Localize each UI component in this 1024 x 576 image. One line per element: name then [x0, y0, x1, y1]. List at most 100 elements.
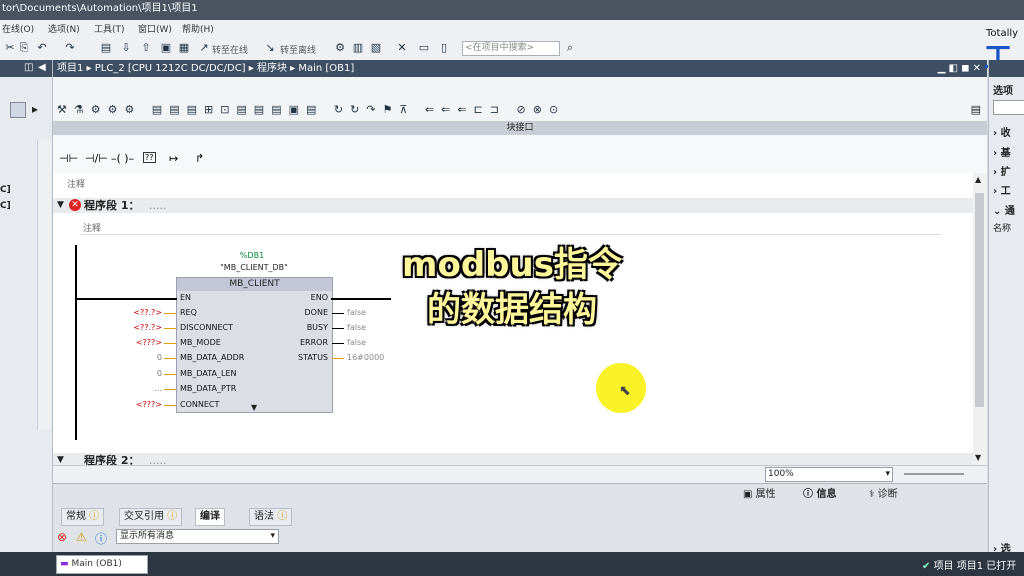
search-icon[interactable]: ⌕ [564, 42, 576, 54]
project-status-text: 项目 项目1 已打开 [933, 561, 1017, 572]
network-1-title-field[interactable]: ..... [149, 198, 166, 213]
cut-icon[interactable]: ✂ [4, 42, 16, 54]
go-online-button[interactable]: 转至在线 [212, 43, 248, 56]
fb-input-value[interactable]: ... [112, 384, 162, 393]
stop-icon[interactable]: ▧ [370, 42, 382, 54]
pin-icon[interactable]: ◫ [24, 62, 33, 73]
pin-wire [164, 343, 176, 344]
open-branch-icon[interactable]: ↦ [169, 152, 178, 165]
fb-input-value[interactable]: <??.?> [112, 308, 162, 317]
info-icon: ⓘ [167, 511, 178, 522]
fb-output-value[interactable]: 16#0000 [347, 353, 384, 362]
coil-icon[interactable]: –( )– [111, 152, 134, 165]
compile-icon[interactable]: ▤ [100, 42, 112, 54]
fb-input-value[interactable]: <???> [112, 400, 162, 409]
fb-output-value[interactable]: false [347, 323, 366, 332]
chevron-down-icon[interactable]: ▾ [885, 468, 890, 481]
pin-wire [332, 358, 344, 359]
video-caption-overlay: modbus指令 的数据结构 [372, 243, 652, 343]
fb-input-value[interactable]: 0 [112, 353, 162, 362]
menu-tools[interactable]: 工具(T) [94, 22, 125, 35]
menu-online[interactable]: 在线(O) [2, 22, 34, 35]
close-branch-icon[interactable]: ↱ [195, 152, 204, 165]
split-vertical-icon[interactable]: ▯ [438, 42, 450, 54]
diagnostics-tab[interactable]: ⚕ 诊断 [869, 487, 898, 503]
tab-label: 常规 [66, 511, 86, 522]
tree-scrollbar[interactable] [37, 140, 51, 430]
go-offline-button[interactable]: 转至离线 [280, 43, 316, 56]
redo-icon[interactable]: ↷ [64, 42, 76, 54]
go-offline-icon[interactable]: ↘ [264, 42, 276, 54]
zoom-select[interactable]: 100% ▾ [765, 467, 893, 482]
collapse-arrow-icon[interactable]: ▼ [57, 198, 64, 213]
block-comment[interactable]: 注释 [67, 177, 85, 190]
section-extended[interactable]: › 扩 [993, 163, 1011, 178]
network-1-comment[interactable]: 注释 [83, 221, 101, 234]
collapse-left-icon[interactable]: ◀ [38, 62, 46, 73]
fb-input-value[interactable]: <???> [112, 338, 162, 347]
scroll-thumb[interactable] [975, 193, 984, 407]
breadcrumb: 项目1 ▸ PLC_2 [CPU 1212C DC/DC/DC] ▸ 程序块 ▸… [57, 63, 355, 74]
window-controls-icon[interactable]: ▁ ◧ ◼ ✕ [938, 60, 981, 77]
editor-settings-icon[interactable]: ▤ [971, 103, 981, 116]
fb-input-value[interactable]: <??.?> [112, 323, 162, 332]
upload-icon[interactable]: ⇧ [140, 42, 152, 54]
download-icon[interactable]: ⇩ [120, 42, 132, 54]
instance-db-name[interactable]: "MB_CLIENT_DB" [200, 263, 308, 272]
network-1-header[interactable]: ▼ ✕ 程序段 1： ..... [53, 198, 973, 213]
section-label: 扩 [1000, 167, 1011, 178]
tree-item[interactable]: C] [0, 201, 11, 211]
warning-filter-icon[interactable]: ⚠ [76, 530, 87, 544]
info-filter-icon[interactable]: ⓘ [95, 530, 107, 547]
accessible-devices-icon[interactable]: ⚙ [334, 42, 346, 54]
undo-icon[interactable]: ↶ [36, 42, 48, 54]
split-horizontal-icon[interactable]: ▭ [418, 42, 430, 54]
scroll-up-icon[interactable]: ▲ [975, 175, 981, 184]
close-icon[interactable]: ✕ [396, 42, 408, 54]
empty-box-icon[interactable]: ?? [143, 152, 156, 163]
cross-ref-icon[interactable]: ▥ [352, 42, 364, 54]
section-favorites[interactable]: › 收 [993, 124, 1011, 139]
section-select[interactable]: › 选 [993, 540, 1011, 552]
menu-window[interactable]: 窗口(W) [138, 22, 172, 35]
tab-cross-reference[interactable]: 交叉引用 ⓘ [119, 508, 183, 526]
open-editor-label: Main (OB1) [71, 559, 122, 569]
block-interface-bar[interactable]: 块接口 [53, 122, 987, 135]
editor-tool-icons[interactable]: ⚒⚗⚙⚙⚙ ▤▤▤⊞⊡▤▤▤▣▤ ↻↻↷⚑⊼ ⇐⇐⇐⊏⊐ ⊘⊗⊙ [57, 103, 617, 117]
message-filter-select[interactable]: 显示所有消息 ▾ [116, 529, 279, 544]
menu-options[interactable]: 选项(N) [48, 22, 80, 35]
section-basic[interactable]: › 基 [993, 144, 1011, 159]
tab-syntax[interactable]: 语法 ⓘ [249, 508, 293, 526]
instruction-search-input[interactable] [993, 100, 1024, 115]
go-online-icon[interactable]: ↗ [198, 42, 210, 54]
monitor-icon[interactable]: ▦ [178, 42, 190, 54]
section-communication[interactable]: ⌄ 通 [993, 202, 1015, 217]
menu-help[interactable]: 帮助(H) [182, 22, 214, 35]
zoom-slider[interactable] [904, 473, 964, 475]
error-filter-icon[interactable]: ⊗ [57, 530, 67, 544]
network-1-title: 程序段 1： [84, 199, 140, 212]
nc-contact-icon[interactable]: ⊣/⊢ [85, 152, 108, 165]
tab-compile[interactable]: 编译 [195, 508, 225, 526]
chevron-down-icon[interactable]: ▾ [270, 530, 275, 543]
no-contact-icon[interactable]: ⊣⊢ [59, 152, 78, 165]
simulate-icon[interactable]: ▣ [160, 42, 172, 54]
properties-tab[interactable]: ▣ 属性 [743, 487, 776, 503]
info-tab[interactable]: ⓘ 信息 [803, 487, 836, 503]
expand-block-icon[interactable]: ▼ [251, 403, 257, 412]
tree-item[interactable]: C] [0, 185, 11, 195]
project-search-input[interactable]: <在项目中搜索> [462, 41, 560, 56]
fb-output-pin: DONE [304, 308, 329, 317]
copy-icon[interactable]: ⎘ [18, 42, 30, 54]
fb-output-value[interactable]: false [347, 338, 366, 347]
tree-view-icon[interactable] [10, 102, 26, 118]
pin-wire [332, 313, 344, 314]
section-technology[interactable]: › 工 [993, 182, 1011, 197]
tab-general[interactable]: 常规 ⓘ [61, 508, 105, 526]
open-editor-tab[interactable]: ▬ Main (OB1) [56, 555, 148, 574]
scroll-down-icon[interactable]: ▼ [975, 453, 981, 462]
fb-input-value[interactable]: 0 [112, 369, 162, 378]
scroll-right-icon[interactable]: ▸ [32, 102, 38, 116]
editor-vertical-scrollbar[interactable]: ▲ ▼ [973, 173, 987, 465]
fb-output-value[interactable]: false [347, 308, 366, 317]
